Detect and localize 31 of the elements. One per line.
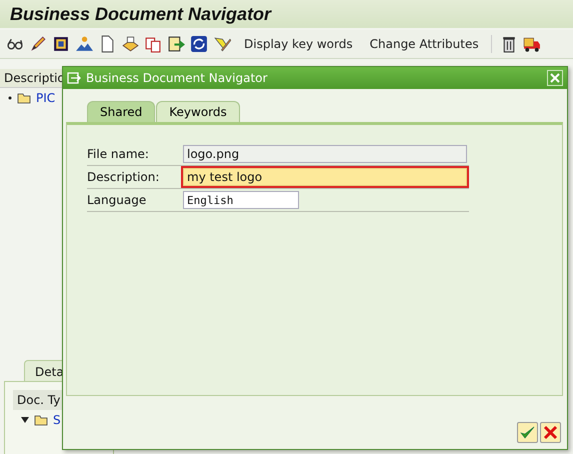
frame-icon[interactable] [52, 35, 70, 53]
copy-icon[interactable] [144, 35, 162, 53]
refresh-icon[interactable] [190, 35, 208, 53]
pencil-icon[interactable] [29, 35, 47, 53]
expand-icon[interactable] [21, 416, 29, 424]
person-landscape-icon[interactable] [75, 35, 93, 53]
toolbar-button[interactable]: Display key words [240, 37, 357, 51]
field-label: Description: [87, 170, 160, 184]
toolbar-button[interactable]: Change Attributes [366, 37, 483, 51]
confirm-button[interactable] [517, 422, 538, 443]
tab[interactable]: Shared [87, 101, 156, 122]
tree-item[interactable]: S [53, 413, 61, 427]
tab[interactable]: Keywords [156, 101, 240, 122]
export-icon[interactable] [167, 35, 185, 53]
folder-icon [34, 414, 48, 426]
app-title: Business Document Navigator [10, 4, 272, 24]
cancel-button[interactable] [540, 422, 561, 443]
truck-icon[interactable] [522, 35, 541, 53]
input-field[interactable]: my test logo [183, 168, 467, 186]
tree-item[interactable]: PIC [36, 91, 56, 105]
dialog-title: Business Document Navigator [86, 71, 268, 85]
input-field[interactable]: English [183, 191, 299, 209]
printer-icon[interactable] [121, 35, 139, 53]
folder-icon [17, 92, 31, 104]
input-field[interactable]: logo.png [183, 145, 467, 163]
close-button[interactable] [547, 70, 563, 86]
highlighter-icon[interactable] [213, 35, 231, 53]
bullet-icon [8, 96, 12, 100]
field-label: File name: [87, 147, 150, 161]
dialog-icon [67, 72, 81, 84]
field-label: Language [87, 193, 148, 207]
